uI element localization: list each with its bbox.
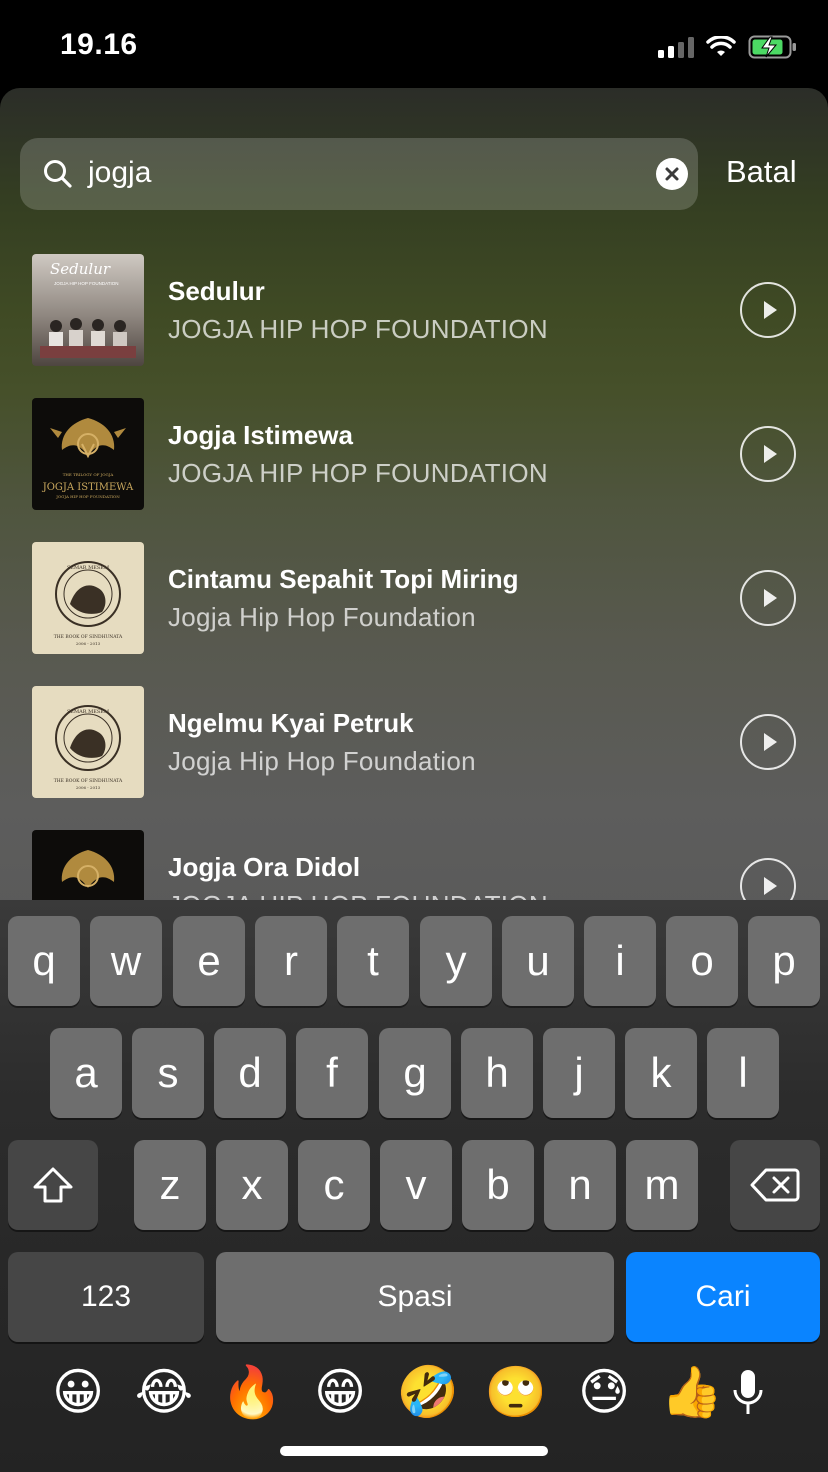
album-cover: THE TRILOGY OF JOGJA JOGJA ISTIMEWA JOGJ… (32, 398, 144, 510)
cover-top-text: SEMAR MESEM (67, 565, 109, 571)
key-p[interactable]: p (748, 916, 820, 1006)
status-time: 19.16 (60, 28, 138, 61)
key-g[interactable]: g (379, 1028, 451, 1118)
shift-icon (33, 1167, 73, 1203)
cover-small-text: THE TRILOGY OF JOGJA (63, 472, 114, 477)
cover-title: THE BOOK OF SINDHUNATA (54, 634, 123, 640)
emoji-suggestion-bar: 😀 😂 🔥 😁 🤣 🙄 😓 👍 (0, 1360, 828, 1440)
shift-key[interactable] (8, 1140, 98, 1230)
clear-search-button[interactable] (656, 158, 688, 190)
cover-subtitle: JOGJA HIP HOP FOUNDATION (55, 494, 120, 499)
key-k[interactable]: k (625, 1028, 697, 1118)
cover-top-text: SEMAR MESEM (67, 709, 109, 715)
song-title: Jogja Ora Didol (168, 852, 361, 882)
song-title: Sedulur (168, 276, 265, 306)
clear-icon (665, 167, 679, 181)
key-q[interactable]: q (8, 916, 80, 1006)
song-artist: JOGJA HIP HOP FOUNDATION (168, 314, 548, 344)
song-artist: Jogja Hip Hop Foundation (168, 602, 476, 632)
album-cover: SEMAR MESEM THE BOOK OF SINDHUNATA 2006 … (32, 686, 144, 798)
battery-charging-icon (748, 35, 796, 59)
microphone-icon[interactable] (730, 1368, 766, 1418)
key-s[interactable]: s (132, 1028, 204, 1118)
song-artist: JOGJA HIP HOP FOUNDATION (168, 458, 548, 488)
song-artist: Jogja Hip Hop Foundation (168, 746, 476, 776)
play-preview-button[interactable] (740, 426, 796, 482)
emoji-tears-of-joy[interactable]: 😂 (132, 1360, 196, 1424)
delete-icon (750, 1168, 800, 1202)
emoji-thumbs-up[interactable]: 👍 (660, 1360, 724, 1424)
key-z[interactable]: z (134, 1140, 206, 1230)
key-m[interactable]: m (626, 1140, 698, 1230)
key-e[interactable]: e (173, 916, 245, 1006)
album-cover: SEMAR MESEM THE BOOK OF SINDHUNATA 2006 … (32, 542, 144, 654)
delete-key[interactable] (730, 1140, 820, 1230)
key-i[interactable]: i (584, 916, 656, 1006)
key-d[interactable]: d (214, 1028, 286, 1118)
cover-subtitle: 2006 - 2013 (76, 641, 101, 646)
song-title: Ngelmu Kyai Petruk (168, 708, 414, 738)
search-results-list: Sedulur JOGJA HIP HOP FOUNDATION Sedulur… (0, 238, 828, 900)
cover-subtitle: JOGJA HIP HOP FOUNDATION (54, 281, 119, 286)
key-y[interactable]: y (420, 916, 492, 1006)
song-title: Jogja Istimewa (168, 420, 353, 450)
emoji-rofl[interactable]: 🤣 (396, 1360, 460, 1424)
song-title: Cintamu Sepahit Topi Miring (168, 564, 519, 594)
cover-title: THE BOOK OF SINDHUNATA (54, 778, 123, 784)
play-preview-button[interactable] (740, 714, 796, 770)
key-n[interactable]: n (544, 1140, 616, 1230)
key-t[interactable]: t (337, 916, 409, 1006)
space-key[interactable]: Spasi (216, 1252, 614, 1342)
home-indicator[interactable] (280, 1446, 548, 1456)
play-preview-button[interactable] (740, 570, 796, 626)
key-b[interactable]: b (462, 1140, 534, 1230)
wifi-icon (706, 36, 736, 56)
key-c[interactable]: c (298, 1140, 370, 1230)
play-preview-button[interactable] (740, 858, 796, 900)
emoji-fire[interactable]: 🔥 (220, 1360, 284, 1424)
album-cover: Sedulur JOGJA HIP HOP FOUNDATION (32, 254, 144, 366)
play-preview-button[interactable] (740, 282, 796, 338)
key-w[interactable]: w (90, 916, 162, 1006)
cover-title: JOGJA ISTIMEWA (42, 482, 134, 493)
status-bar: 19.16 (0, 0, 828, 88)
key-l[interactable]: l (707, 1028, 779, 1118)
search-input[interactable]: jogja (88, 156, 151, 190)
search-return-key[interactable]: Cari (626, 1252, 820, 1342)
emoji-grinning[interactable]: 😀 (46, 1360, 110, 1424)
numbers-key[interactable]: 123 (8, 1252, 204, 1342)
key-r[interactable]: r (255, 916, 327, 1006)
emoji-eye-roll[interactable]: 🙄 (484, 1360, 548, 1424)
result-row[interactable]: Jogja Ora Didol JOGJA HIP HOP FOUNDATION (0, 814, 828, 900)
status-icons (658, 32, 798, 62)
cover-title: Sedulur (50, 260, 111, 278)
cover-subtitle: 2006 - 2013 (76, 785, 101, 790)
result-row[interactable]: Sedulur JOGJA HIP HOP FOUNDATION Sedulur… (0, 238, 828, 382)
result-row[interactable]: THE TRILOGY OF JOGJA JOGJA ISTIMEWA JOGJ… (0, 382, 828, 526)
key-u[interactable]: u (502, 916, 574, 1006)
result-row[interactable]: SEMAR MESEM THE BOOK OF SINDHUNATA 2006 … (0, 526, 828, 670)
key-x[interactable]: x (216, 1140, 288, 1230)
key-h[interactable]: h (461, 1028, 533, 1118)
search-icon (44, 160, 72, 188)
result-row[interactable]: SEMAR MESEM THE BOOK OF SINDHUNATA 2006 … (0, 670, 828, 814)
emoji-downcast-sweat[interactable]: 😓 (572, 1360, 636, 1424)
keyboard: q w e r t y u i o p a s d f g h j k l z … (0, 900, 828, 1472)
key-f[interactable]: f (296, 1028, 368, 1118)
cancel-button[interactable]: Batal (726, 154, 797, 190)
key-a[interactable]: a (50, 1028, 122, 1118)
song-artist: JOGJA HIP HOP FOUNDATION (168, 890, 548, 900)
key-v[interactable]: v (380, 1140, 452, 1230)
search-field[interactable]: jogja (20, 138, 698, 210)
key-o[interactable]: o (666, 916, 738, 1006)
emoji-beaming[interactable]: 😁 (308, 1360, 372, 1424)
album-cover (32, 830, 144, 900)
key-j[interactable]: j (543, 1028, 615, 1118)
signal-icon (658, 36, 694, 58)
